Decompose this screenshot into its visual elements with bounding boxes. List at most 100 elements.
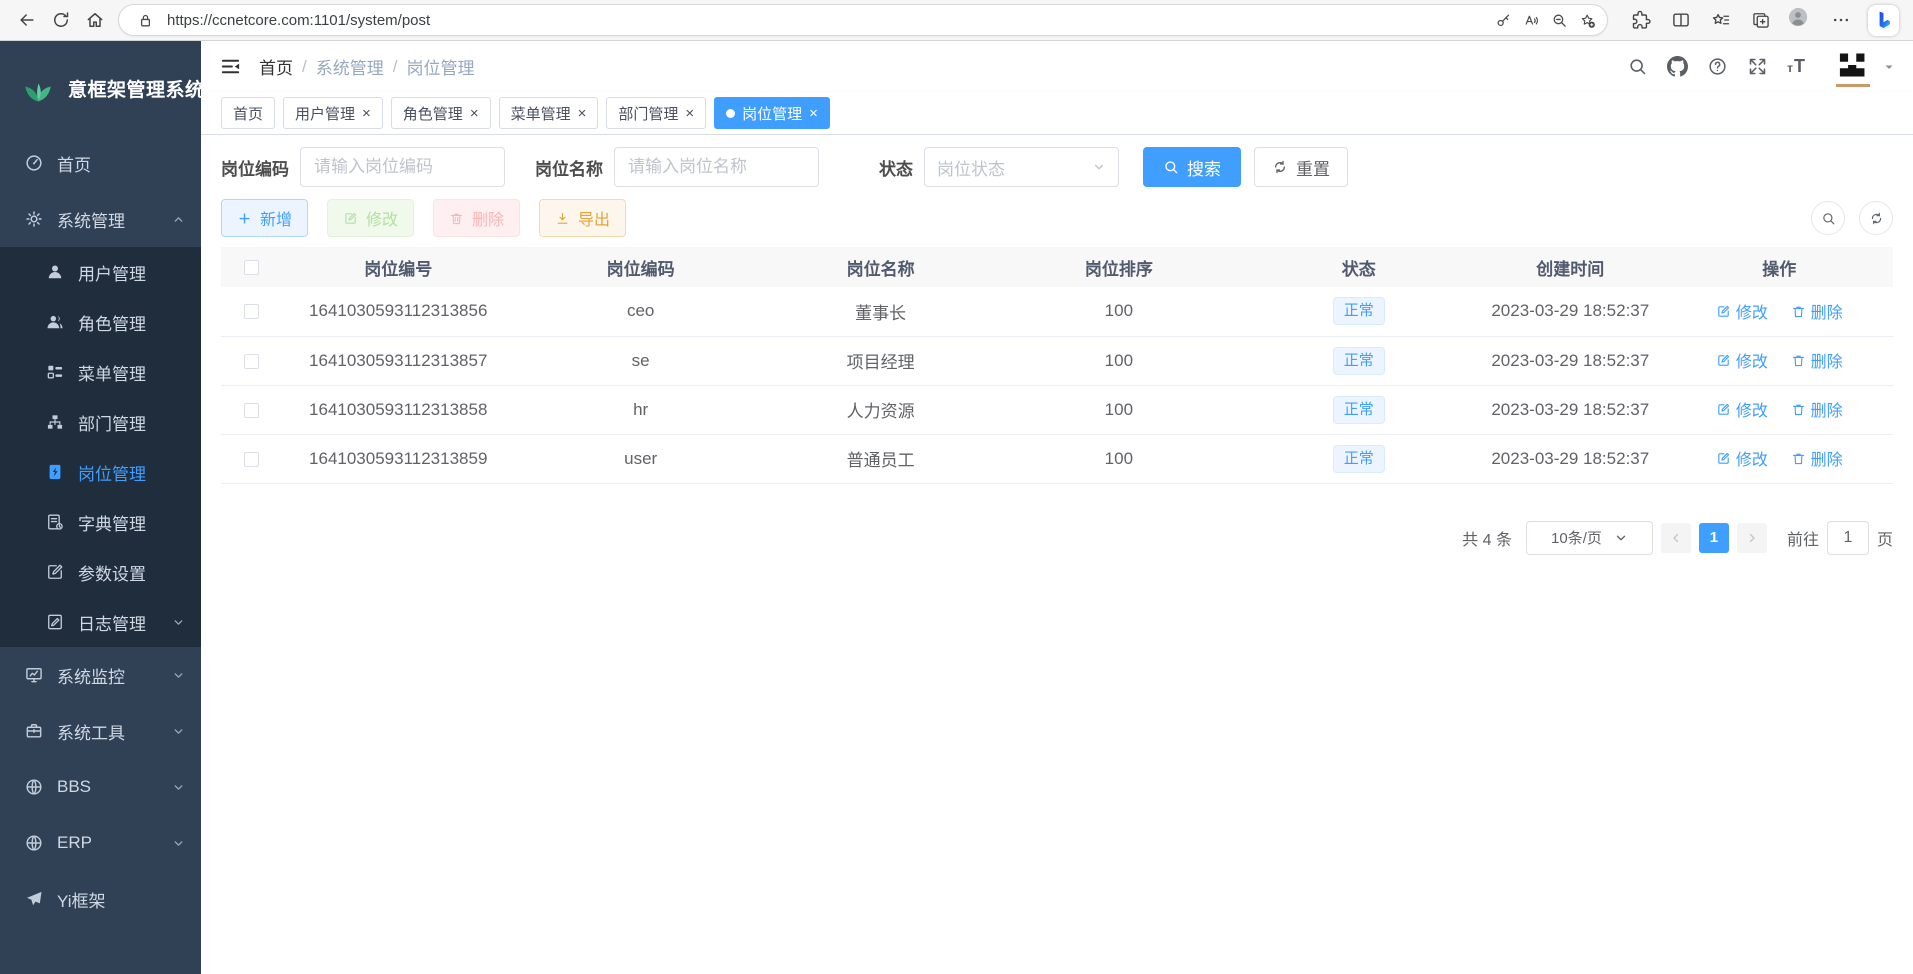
sidebar-item-label: 系统管理	[57, 207, 125, 232]
main-area: 首页 / 系统管理 / 岗位管理 тT	[201, 41, 1913, 974]
delete-button[interactable]: 删除	[433, 199, 520, 237]
profile-avatar[interactable]	[1784, 3, 1818, 37]
read-aloud-icon[interactable]	[1517, 6, 1545, 34]
extensions-icon[interactable]	[1624, 3, 1658, 37]
sidebar-item-system-tools[interactable]: 系统工具	[0, 703, 201, 759]
close-icon[interactable]: ×	[362, 106, 371, 121]
tab-menu-mgmt[interactable]: 菜单管理 ×	[499, 97, 599, 129]
toggle-search-icon[interactable]	[1811, 201, 1845, 235]
row-checkbox[interactable]	[244, 304, 259, 319]
row-checkbox[interactable]	[244, 403, 259, 418]
tab-post-mgmt[interactable]: 岗位管理 ×	[714, 97, 830, 129]
cell-post-name: 项目经理	[766, 336, 995, 385]
table-row[interactable]: 1641030593112313859 user 普通员工 100 正常 202…	[221, 434, 1893, 483]
close-icon[interactable]: ×	[685, 106, 694, 121]
browser-home-button[interactable]	[78, 3, 112, 37]
page-size-select[interactable]: 10条/页	[1526, 521, 1653, 555]
table-header-row: 岗位编号 岗位编码 岗位名称 岗位排序 状态 创建时间 操作	[221, 247, 1893, 287]
sidebar-item-dict-mgmt[interactable]: 字典管理	[0, 497, 201, 547]
edit-button[interactable]: 修改	[327, 199, 414, 237]
close-icon[interactable]: ×	[809, 106, 818, 121]
col-post-name: 岗位名称	[766, 247, 995, 287]
bing-chat-icon[interactable]	[1868, 5, 1899, 36]
add-button[interactable]: 新增	[221, 199, 308, 237]
sidebar-item-home[interactable]: 首页	[0, 135, 201, 191]
github-icon[interactable]	[1667, 56, 1688, 77]
sidebar-item-log-mgmt[interactable]: 日志管理	[0, 597, 201, 647]
table-row[interactable]: 1641030593112313856 ceo 董事长 100 正常 2023-…	[221, 287, 1893, 336]
row-edit-link[interactable]: 修改	[1716, 299, 1768, 323]
post-code-input[interactable]	[300, 147, 505, 187]
sidebar-item-system-monitor[interactable]: 系统监控	[0, 647, 201, 703]
tab-user-mgmt[interactable]: 用户管理 ×	[283, 97, 383, 129]
row-delete-link[interactable]: 删除	[1791, 299, 1843, 323]
menu-tree-icon	[45, 362, 65, 382]
close-icon[interactable]: ×	[470, 106, 479, 121]
current-page-button[interactable]: 1	[1699, 523, 1729, 553]
refresh-icon	[51, 10, 71, 30]
row-delete-link[interactable]: 删除	[1791, 348, 1843, 372]
search-button[interactable]: 搜索	[1143, 147, 1241, 187]
refresh-table-icon[interactable]	[1859, 201, 1893, 235]
app-logo[interactable]: 意框架管理系统	[0, 41, 201, 135]
tab-home[interactable]: 首页	[221, 97, 275, 129]
favorites-icon[interactable]	[1704, 3, 1738, 37]
row-edit-link[interactable]: 修改	[1716, 446, 1768, 470]
add-favorite-icon[interactable]	[1573, 6, 1601, 34]
post-name-input[interactable]	[614, 147, 819, 187]
tab-role-mgmt[interactable]: 角色管理 ×	[391, 97, 491, 129]
sidebar-item-dept-mgmt[interactable]: 部门管理	[0, 397, 201, 447]
sidebar-item-post-mgmt[interactable]: 岗位管理	[0, 447, 201, 497]
user-avatar	[1831, 46, 1875, 88]
sidebar-item-menu-mgmt[interactable]: 菜单管理	[0, 347, 201, 397]
collections-icon[interactable]	[1744, 3, 1778, 37]
monitor-icon	[24, 665, 44, 685]
browser-back-button[interactable]	[10, 3, 44, 37]
select-all-checkbox[interactable]	[244, 260, 259, 275]
users-icon	[45, 312, 65, 332]
row-delete-link[interactable]: 删除	[1791, 446, 1843, 470]
goto-page-input[interactable]	[1827, 521, 1869, 555]
export-button[interactable]: 导出	[539, 199, 626, 237]
row-edit-link[interactable]: 修改	[1716, 397, 1768, 421]
fullscreen-icon[interactable]	[1747, 56, 1768, 77]
sidebar-item-bbs[interactable]: BBS	[0, 759, 201, 815]
sidebar-item-yi-framework[interactable]: Yi框架	[0, 871, 201, 927]
row-checkbox[interactable]	[244, 452, 259, 467]
tab-dept-mgmt[interactable]: 部门管理 ×	[606, 97, 706, 129]
sidebar-item-user-mgmt[interactable]: 用户管理	[0, 247, 201, 297]
next-page-button[interactable]	[1737, 523, 1767, 553]
cell-post-code: hr	[515, 385, 766, 434]
address-bar[interactable]: https://ccnetcore.com:1101/system/post	[118, 4, 1608, 36]
toolbox-icon	[24, 721, 44, 741]
password-key-icon[interactable]	[1489, 6, 1517, 34]
sidebar-item-role-mgmt[interactable]: 角色管理	[0, 297, 201, 347]
close-icon[interactable]: ×	[578, 106, 587, 121]
sidebar-item-label: 岗位管理	[78, 460, 146, 485]
prev-page-button[interactable]	[1661, 523, 1691, 553]
sidebar-item-erp[interactable]: ERP	[0, 815, 201, 871]
browser-menu-icon[interactable]	[1824, 3, 1858, 37]
split-screen-icon[interactable]	[1664, 3, 1698, 37]
sidebar-item-param-settings[interactable]: 参数设置	[0, 547, 201, 597]
text-size-icon[interactable]: тT	[1787, 56, 1806, 77]
table-row[interactable]: 1641030593112313857 se 项目经理 100 正常 2023-…	[221, 336, 1893, 385]
search-icon[interactable]	[1627, 56, 1648, 77]
help-icon[interactable]	[1707, 56, 1728, 77]
user-menu[interactable]	[1831, 46, 1895, 88]
row-checkbox[interactable]	[244, 354, 259, 369]
zoom-out-icon[interactable]	[1545, 6, 1573, 34]
breadcrumb: 首页 / 系统管理 / 岗位管理	[259, 54, 474, 79]
sidebar-item-system-mgmt[interactable]: 系统管理	[0, 191, 201, 247]
status-select[interactable]: 岗位状态	[924, 147, 1119, 187]
reset-button[interactable]: 重置	[1254, 147, 1348, 187]
url-text[interactable]: https://ccnetcore.com:1101/system/post	[167, 12, 1489, 29]
row-edit-link[interactable]: 修改	[1716, 348, 1768, 372]
table-row[interactable]: 1641030593112313858 hr 人力资源 100 正常 2023-…	[221, 385, 1893, 434]
row-delete-link[interactable]: 删除	[1791, 397, 1843, 421]
breadcrumb-home[interactable]: 首页	[259, 54, 293, 79]
page-content: 岗位编码 岗位名称 状态 岗位状态	[201, 135, 1913, 974]
sidebar-fold-icon[interactable]	[219, 55, 242, 78]
browser-refresh-button[interactable]	[44, 3, 78, 37]
plant-logo-icon	[20, 70, 56, 106]
